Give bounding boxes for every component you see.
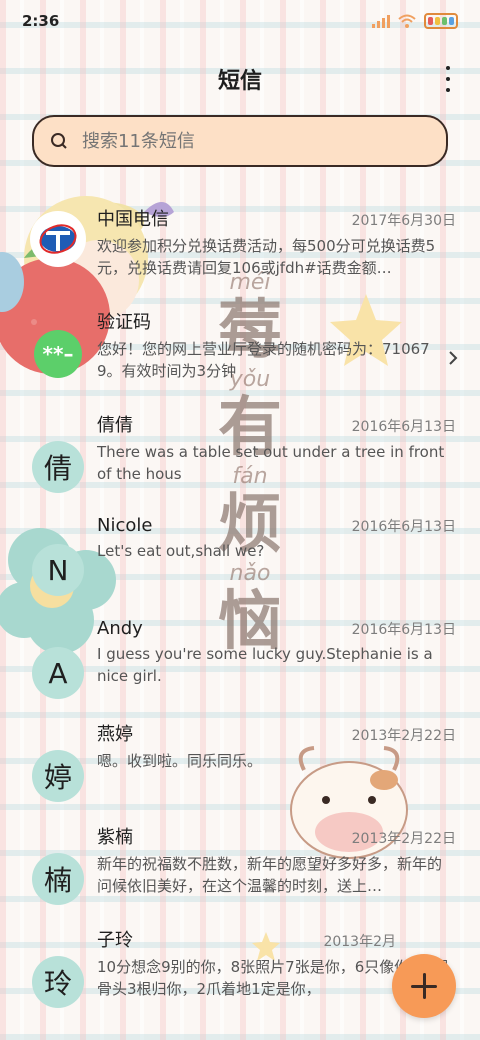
message-date: 2013年2月: [323, 934, 396, 950]
sender-name: 子玲: [97, 930, 133, 951]
chevron-right-icon[interactable]: [448, 350, 458, 366]
conversation-item[interactable]: 婷 燕婷 2013年2月22日 嗯。收到啦。同乐同乐。: [0, 710, 480, 813]
avatar: 玲: [32, 956, 84, 1008]
avatar: **–: [34, 330, 82, 378]
message-date: 2016年6月13日: [351, 622, 456, 638]
sender-name: Nicole: [97, 515, 153, 536]
conversation-item[interactable]: N Nicole 2016年6月13日 Let's eat out,shall …: [0, 504, 480, 607]
sender-name: 验证码: [97, 312, 151, 333]
sender-name: 中国电信: [97, 209, 169, 230]
conversation-item[interactable]: A Andy 2016年6月13日 I guess you're some lu…: [0, 607, 480, 710]
sender-name: 燕婷: [97, 724, 133, 745]
sender-name: Andy: [97, 618, 143, 639]
message-preview: 欢迎参加积分兑换话费活动，每500分可兑换话费5元，兑换话费请回复106或jfd…: [97, 237, 436, 277]
avatar: [30, 211, 86, 267]
china-telecom-logo-icon: [39, 224, 77, 254]
sender-name: 紫楠: [97, 827, 133, 848]
plus-icon: [411, 973, 437, 999]
conversation-item[interactable]: 倩 倩倩 2016年6月13日 There was a table set ou…: [0, 401, 480, 504]
message-preview: 您好！您的网上营业厅登录的随机密码为：710679。有效时间为3分钟: [97, 340, 430, 380]
page-title: 短信: [217, 69, 262, 94]
conversation-item[interactable]: **– 验证码 您好！您的网上营业厅登录的随机密码为：710679。有效时间为3…: [0, 298, 480, 401]
signal-icon: [372, 14, 390, 28]
message-preview: I guess you're some lucky guy.Stephanie …: [97, 645, 433, 685]
message-date: 2013年2月22日: [351, 831, 456, 847]
more-vertical-icon[interactable]: [440, 66, 456, 92]
header: 短信: [0, 56, 480, 102]
status-time: 2:36: [22, 12, 60, 30]
message-date: 2013年2月22日: [351, 728, 456, 744]
avatar: 婷: [32, 750, 84, 802]
search-bar[interactable]: [32, 115, 448, 167]
conversation-list: 中国电信 2017年6月30日 欢迎参加积分兑换话费活动，每500分可兑换话费5…: [0, 195, 480, 1019]
message-preview: Let's eat out,shall we?: [97, 542, 265, 560]
search-icon: [51, 133, 67, 149]
avatar: 倩: [32, 441, 84, 493]
status-icons: [372, 13, 458, 29]
message-preview: 嗯。收到啦。同乐同乐。: [97, 752, 263, 770]
sender-name: 倩倩: [97, 415, 133, 436]
message-preview: 新年的祝福数不胜数，新年的愿望好多好多，新年的问候依旧美好，在这个温馨的时刻，送…: [97, 855, 443, 895]
message-date: 2016年6月13日: [351, 419, 456, 435]
avatar: 楠: [32, 853, 84, 905]
conversation-item[interactable]: 楠 紫楠 2013年2月22日 新年的祝福数不胜数，新年的愿望好多好多，新年的问…: [0, 813, 480, 916]
wifi-icon: [398, 14, 416, 28]
avatar: A: [32, 647, 84, 699]
message-date: 2017年6月30日: [351, 213, 456, 229]
message-preview: There was a table set out under a tree i…: [97, 443, 445, 483]
message-date: 2016年6月13日: [351, 519, 456, 535]
conversation-item[interactable]: 中国电信 2017年6月30日 欢迎参加积分兑换话费活动，每500分可兑换话费5…: [0, 195, 480, 298]
avatar: N: [32, 544, 84, 596]
battery-icon: [424, 13, 458, 29]
search-input[interactable]: [82, 130, 402, 152]
status-bar: 2:36: [0, 0, 480, 42]
new-message-button[interactable]: [392, 954, 456, 1018]
